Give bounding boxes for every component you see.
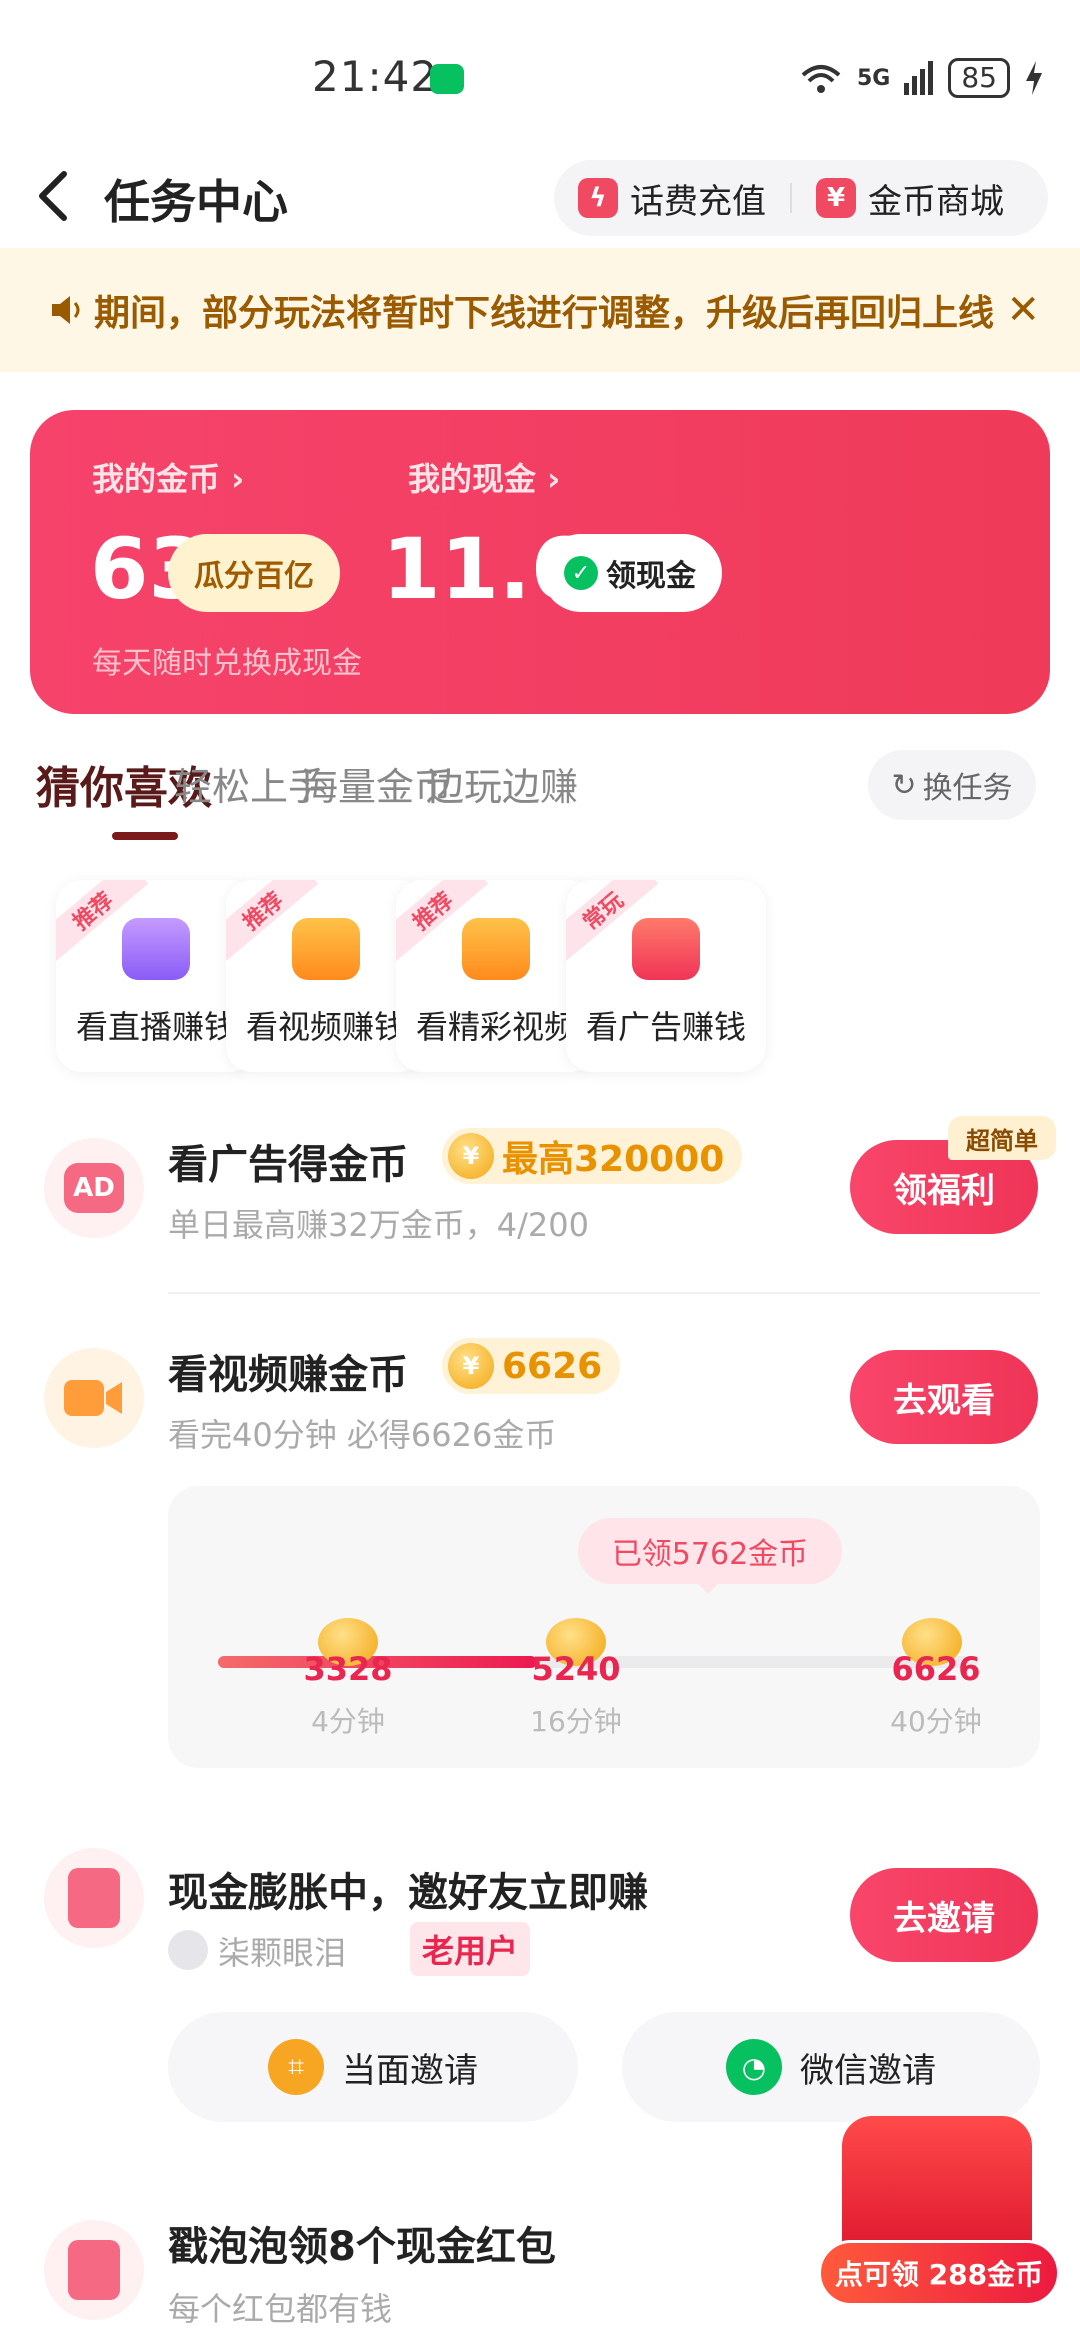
floating-claim-button[interactable]: 点可领 288金币 (818, 2240, 1060, 2306)
super-easy-tag: 超简单 (948, 1116, 1056, 1160)
ad-task-icon: AD (44, 1138, 144, 1238)
video-task-reward-badge: ¥ 6626 (442, 1338, 621, 1394)
milestone-time: 16分钟 (530, 1705, 622, 1738)
recharge-label: 话费充值 (630, 181, 766, 222)
milestone-time: 40分钟 (890, 1705, 982, 1738)
wechat-notification-icon (430, 64, 464, 94)
swap-tasks-label: 换任务 (922, 771, 1013, 806)
claimed-coins-bubble: 已领5762金币 (578, 1518, 842, 1584)
wifi-icon (801, 65, 841, 93)
notice-bar: 期间，部分玩法将暂时下线进行调整，升级后再回归上线 ✕ (0, 248, 1080, 372)
claim-cash-button[interactable]: ✓ 领现金 (542, 534, 722, 612)
share-billions-chip[interactable]: 瓜分百亿 (168, 534, 340, 612)
video-task-reward: 6626 (502, 1345, 603, 1387)
recharge-button[interactable]: ϟ 话费充值 (554, 160, 790, 236)
go-watch-button[interactable]: 去观看 (850, 1350, 1038, 1444)
tab-play-and-earn[interactable]: 边玩边赚 (426, 756, 578, 811)
coins-hint: 每天随时兑换成现金 (92, 646, 362, 681)
charging-icon (1026, 61, 1042, 95)
bubble-task-title: 戳泡泡领8个现金红包 (168, 2224, 556, 2270)
milestone-value: 6626 (891, 1650, 981, 1688)
coin-mall-label: 金币商城 (868, 181, 1004, 222)
page-title: 任务中心 (104, 175, 288, 229)
coin-icon: ¥ (448, 1133, 494, 1179)
video-camera-icon (462, 918, 530, 980)
check-icon: ✓ (564, 556, 598, 590)
network-type: 5G (856, 65, 891, 91)
ad-task-title: 看广告得金币 (168, 1142, 408, 1188)
ad-task-reward-badge: ¥ 最高320000 (442, 1128, 743, 1184)
header-shortcuts: ϟ 话费充值 ¥ 金币商城 (554, 160, 1048, 236)
wechat-invite-button[interactable]: ◔ 微信邀请 (622, 2012, 1040, 2122)
refresh-icon: ↻ (891, 767, 917, 803)
invite-task-title: 现金膨胀中，邀好友立即赚 (168, 1870, 648, 1916)
milestone-value: 3328 (303, 1650, 393, 1688)
wechat-invite-label: 微信邀请 (800, 2050, 936, 2091)
bubble-task-subtitle: 每个红包都有钱 (168, 2290, 393, 2328)
video-camera-icon (292, 918, 360, 980)
battery-level: 85 (948, 58, 1010, 98)
avatar (168, 1930, 208, 1970)
video-task-title: 看视频赚金币 (168, 1352, 408, 1398)
scan-icon: ⌗ (268, 2039, 324, 2095)
old-user-tag: 老用户 (410, 1922, 531, 1976)
face-invite-button[interactable]: ⌗ 当面邀请 (168, 2012, 578, 2122)
red-envelope-icon (44, 2220, 144, 2320)
divider (168, 1292, 1040, 1294)
wallet-card: 我的金币 › 63 瓜分百亿 每天随时兑换成现金 我的现金 › 11.67 ✓ … (30, 410, 1050, 714)
lightning-icon: ϟ (578, 178, 618, 218)
ad-task-reward: 最高320000 (502, 1139, 725, 1180)
yen-ticket-icon: ¥ (816, 178, 856, 218)
my-cash-label[interactable]: 我的现金 › (408, 454, 560, 500)
my-coins-label[interactable]: 我的金币 › (92, 454, 244, 500)
milestone-value: 5240 (531, 1650, 621, 1688)
ad-tv-icon (632, 918, 700, 980)
bubble-tail (696, 1582, 720, 1594)
coin-icon: ¥ (448, 1343, 494, 1389)
speaker-icon (52, 296, 80, 324)
tab-active-indicator (112, 832, 178, 840)
tile-watch-ads[interactable]: 常玩 看广告赚钱 (566, 880, 766, 1072)
milestone-time: 4分钟 (311, 1705, 385, 1738)
go-invite-button[interactable]: 去邀请 (850, 1868, 1038, 1962)
video-task-icon (44, 1348, 144, 1448)
signal-icon (904, 61, 934, 95)
claim-cash-label: 领现金 (606, 559, 696, 594)
close-icon[interactable]: ✕ (1006, 287, 1040, 333)
notice-text: 期间，部分玩法将暂时下线进行调整，升级后再回归上线 (94, 293, 995, 334)
live-tv-icon (122, 918, 190, 980)
back-arrow-icon[interactable] (34, 168, 74, 224)
tile-label: 看广告赚钱 (585, 1008, 746, 1046)
status-icons: 5G 85 (799, 58, 1044, 98)
ad-task-subtitle: 单日最高赚32万金币，4/200 (168, 1206, 589, 1244)
coin-mall-button[interactable]: ¥ 金币商城 (792, 160, 1028, 236)
wechat-icon: ◔ (726, 2039, 782, 2095)
status-time: 21:42 (312, 52, 439, 101)
red-envelope-icon (44, 1848, 144, 1948)
video-task-subtitle: 看完40分钟 必得6626金币 (168, 1416, 557, 1454)
face-invite-label: 当面邀请 (342, 2050, 478, 2091)
swap-tasks-button[interactable]: ↻ 换任务 (868, 750, 1036, 820)
invite-user-name: 柒颗眼泪 (218, 1934, 347, 1972)
